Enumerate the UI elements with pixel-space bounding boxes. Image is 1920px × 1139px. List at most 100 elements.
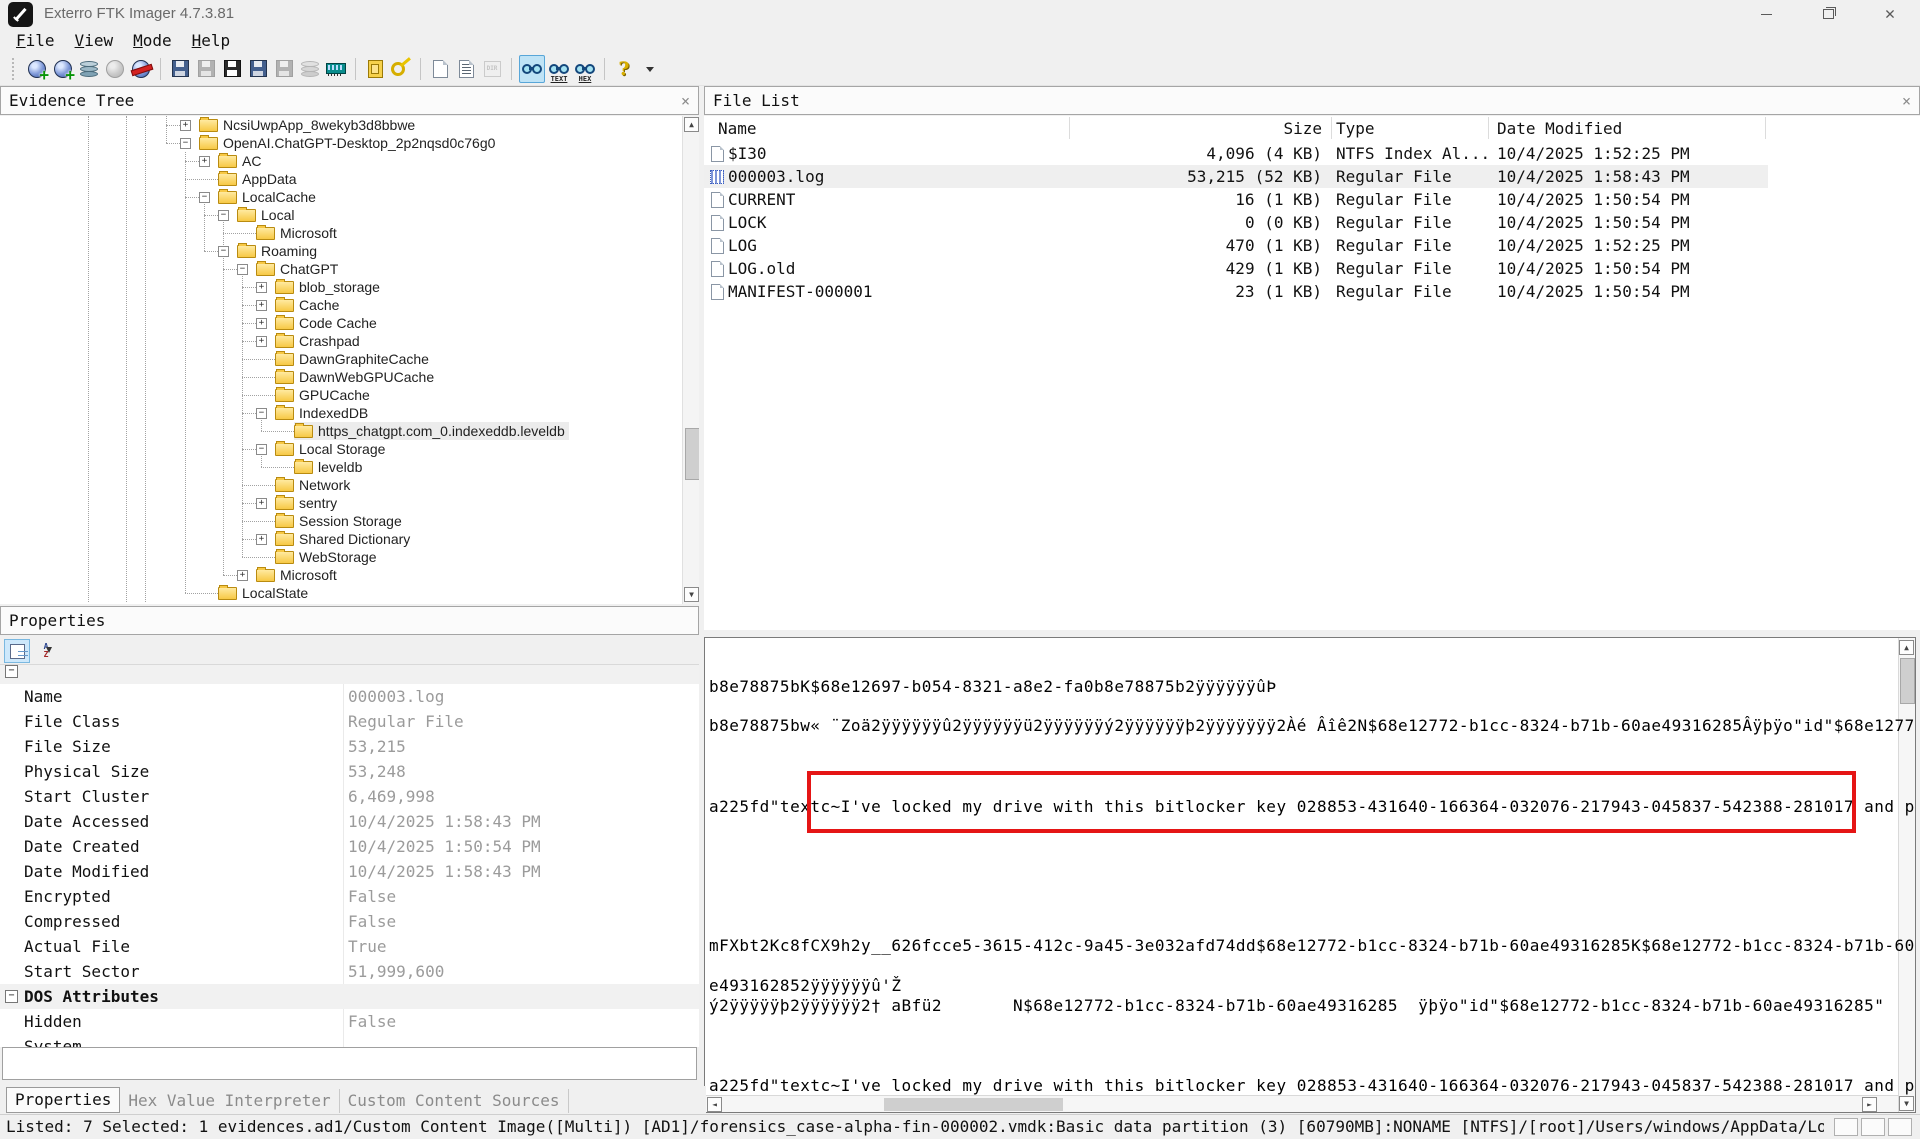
tree-node-content[interactable]: leveldb bbox=[294, 458, 366, 476]
tree-node-content[interactable]: IndexedDB bbox=[275, 404, 372, 422]
categorized-view-button[interactable] bbox=[4, 639, 30, 663]
tree-node-content[interactable]: AppData bbox=[218, 170, 300, 188]
tree-node-code-cache[interactable]: +Code Cache bbox=[0, 314, 680, 332]
create-disk-image-button[interactable] bbox=[168, 56, 192, 82]
column-header-type[interactable]: Type bbox=[1336, 117, 1375, 140]
property-row-system[interactable]: System bbox=[0, 1034, 699, 1047]
tree-node-localcache[interactable]: −LocalCache bbox=[0, 188, 680, 206]
file-list[interactable]: NameSizeTypeDate Modified$I304,096 (4 KB… bbox=[704, 116, 1920, 630]
scroll-down-icon[interactable]: ▼ bbox=[684, 587, 699, 602]
column-separator[interactable] bbox=[1331, 117, 1332, 139]
tree-node-chatgpt[interactable]: −ChatGPT bbox=[0, 260, 680, 278]
property-row-actual-file[interactable]: Actual FileTrue bbox=[0, 934, 699, 960]
property-row-start-cluster[interactable]: Start Cluster6,469,998 bbox=[0, 784, 699, 810]
tree-node-dawngraphitecache[interactable]: DawnGraphiteCache bbox=[0, 350, 680, 368]
tree-node-content[interactable]: DawnWebGPUCache bbox=[275, 368, 438, 386]
hex-text-viewer[interactable]: b8e78875bK$68e12697-b054-8321-a8e2-fa0b8… bbox=[704, 637, 1916, 1113]
expand-plus-icon[interactable]: + bbox=[199, 156, 210, 167]
expand-plus-icon[interactable]: + bbox=[256, 318, 267, 329]
tree-node-https-chatgpt-com-0-indexeddb-leveldb[interactable]: https_chatgpt.com_0.indexeddb.leveldb bbox=[0, 422, 680, 440]
scrollbar-thumb[interactable] bbox=[685, 428, 699, 480]
scroll-down-icon[interactable]: ▼ bbox=[1899, 1096, 1914, 1111]
tree-node-content[interactable]: Local Storage bbox=[275, 440, 389, 458]
column-header-name[interactable]: Name bbox=[718, 117, 757, 140]
collapse-minus-icon[interactable]: − bbox=[218, 210, 229, 221]
property-row-file-class[interactable]: File ClassRegular File bbox=[0, 709, 699, 735]
scroll-left-icon[interactable]: ◄ bbox=[707, 1097, 722, 1112]
scroll-up-icon[interactable]: ▲ bbox=[684, 117, 699, 132]
tree-node-content[interactable]: Microsoft bbox=[256, 224, 341, 242]
tree-node-content[interactable]: NcsiUwpApp_8wekyb3d8bbwe bbox=[199, 116, 419, 134]
property-row-hidden[interactable]: HiddenFalse bbox=[0, 1009, 699, 1035]
property-category-root[interactable]: − bbox=[0, 665, 699, 685]
tab-custom-content-sources[interactable]: Custom Content Sources bbox=[340, 1089, 569, 1113]
tree-node-roaming[interactable]: −Roaming bbox=[0, 242, 680, 260]
file-row-log-old[interactable]: LOG.old429 (1 KB)Regular File10/4/2025 1… bbox=[704, 257, 1920, 280]
expand-plus-icon[interactable]: + bbox=[180, 120, 191, 131]
tree-node-content[interactable]: OpenAI.ChatGPT-Desktop_2p2nqsd0c76g0 bbox=[199, 134, 499, 152]
detect-efs-encryption-button[interactable] bbox=[389, 56, 413, 82]
scrollbar-thumb[interactable] bbox=[1900, 658, 1915, 704]
property-row-start-sector[interactable]: Start Sector51,999,600 bbox=[0, 959, 699, 985]
column-separator[interactable] bbox=[1765, 117, 1766, 139]
property-row-compressed[interactable]: CompressedFalse bbox=[0, 909, 699, 935]
tree-node-gpucache[interactable]: GPUCache bbox=[0, 386, 680, 404]
tree-node-cache[interactable]: +Cache bbox=[0, 296, 680, 314]
tab-hex-value-interpreter[interactable]: Hex Value Interpreter bbox=[120, 1089, 339, 1113]
tree-node-openai-chatgpt-desktop-2p2nqsd0c76g0[interactable]: −OpenAI.ChatGPT-Desktop_2p2nqsd0c76g0 bbox=[0, 134, 680, 152]
tree-node-microsoft[interactable]: +Microsoft bbox=[0, 566, 680, 584]
tree-node-content[interactable]: Cache bbox=[275, 296, 343, 314]
tree-node-content[interactable]: Network bbox=[275, 476, 354, 494]
evidence-tree[interactable]: ▲ ▼ +NcsiUwpApp_8wekyb3d8bbwe−OpenAI.Cha… bbox=[0, 116, 699, 604]
tree-node-appdata[interactable]: AppData bbox=[0, 170, 680, 188]
tree-node-localstate[interactable]: LocalState bbox=[0, 584, 680, 602]
tree-node-blob-storage[interactable]: + blob_storage bbox=[0, 278, 680, 296]
add-to-custom-content-image-button[interactable] bbox=[246, 56, 270, 82]
column-header-size[interactable]: Size bbox=[1062, 117, 1322, 140]
expand-plus-icon[interactable]: + bbox=[256, 498, 267, 509]
property-category-dos-attributes[interactable]: −DOS Attributes bbox=[0, 984, 699, 1010]
capture-memory-button[interactable] bbox=[324, 56, 348, 82]
file-row-lock[interactable]: LOCK0 (0 KB)Regular File10/4/2025 1:50:5… bbox=[704, 211, 1920, 234]
file-row-manifest-000001[interactable]: MANIFEST-00000123 (1 KB)Regular File10/4… bbox=[704, 280, 1920, 303]
scroll-up-icon[interactable]: ▲ bbox=[1899, 640, 1914, 655]
obtain-protected-files-button[interactable] bbox=[363, 56, 387, 82]
file-row-log[interactable]: LOG470 (1 KB)Regular File10/4/2025 1:52:… bbox=[704, 234, 1920, 257]
tree-node-sentry[interactable]: +sentry bbox=[0, 494, 680, 512]
export-files-button[interactable] bbox=[272, 56, 296, 82]
tree-node-dawnwebgpucache[interactable]: DawnWebGPUCache bbox=[0, 368, 680, 386]
file-row-current[interactable]: CURRENT16 (1 KB)Regular File10/4/2025 1:… bbox=[704, 188, 1920, 211]
tree-node-content[interactable]: GPUCache bbox=[275, 386, 374, 404]
text-mode-button[interactable]: TEXT bbox=[547, 56, 571, 82]
expand-plus-icon[interactable]: + bbox=[256, 336, 267, 347]
tree-node-content[interactable]: WebStorage bbox=[275, 548, 381, 566]
toolbar-options-button[interactable] bbox=[638, 56, 662, 82]
tree-node-ac[interactable]: +AC bbox=[0, 152, 680, 170]
auto-fit-mode-button[interactable] bbox=[519, 55, 545, 83]
maximize-button[interactable] bbox=[1805, 0, 1851, 28]
alphabetical-sort-button[interactable]: AZ bbox=[34, 640, 58, 662]
file-row--i30[interactable]: $I304,096 (4 KB)NTFS Index Al...10/4/202… bbox=[704, 142, 1920, 165]
tree-node-indexeddb[interactable]: −IndexedDB bbox=[0, 404, 680, 422]
tree-node-content[interactable]: https_chatgpt.com_0.indexeddb.leveldb bbox=[294, 422, 569, 440]
collapse-minus-icon[interactable]: − bbox=[237, 264, 248, 275]
add-evidence-item-button[interactable] bbox=[25, 56, 49, 82]
tree-node-content[interactable]: Local bbox=[237, 206, 298, 224]
property-row-physical-size[interactable]: Physical Size53,248 bbox=[0, 759, 699, 785]
property-row-date-created[interactable]: Date Created10/4/2025 1:50:54 PM bbox=[0, 834, 699, 860]
tree-node-content[interactable]: DawnGraphiteCache bbox=[275, 350, 433, 368]
expand-plus-icon[interactable]: + bbox=[256, 282, 267, 293]
close-button[interactable]: ✕ bbox=[1867, 0, 1913, 28]
evidence-tree-close-icon[interactable]: × bbox=[681, 92, 690, 110]
tree-node-content[interactable]: blob_storage bbox=[275, 278, 384, 296]
tree-node-content[interactable]: Microsoft bbox=[256, 566, 341, 584]
menu-item-file[interactable]: File bbox=[6, 30, 65, 51]
scroll-right-icon[interactable]: ► bbox=[1862, 1097, 1877, 1112]
scrollbar-thumb[interactable] bbox=[884, 1098, 1063, 1111]
tree-node-content[interactable]: Roaming bbox=[237, 242, 321, 260]
tree-node-content[interactable]: Shared Dictionary bbox=[275, 530, 414, 548]
collapse-minus-icon[interactable]: − bbox=[218, 246, 229, 257]
column-separator[interactable] bbox=[1069, 117, 1070, 139]
directory-listing-button[interactable]: DIR bbox=[480, 56, 504, 82]
menu-item-view[interactable]: View bbox=[65, 30, 124, 51]
